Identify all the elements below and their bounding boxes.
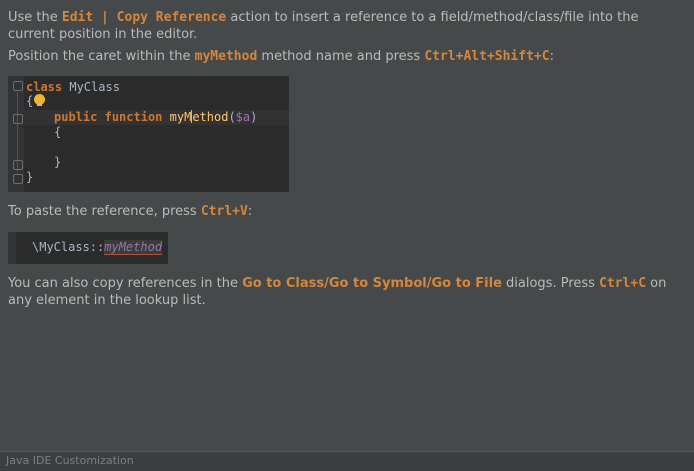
pasted-reference: \MyClass::myMethod — [32, 240, 163, 255]
tip-paragraph-3: To paste the reference, press Ctrl+V: — [8, 204, 253, 219]
lightbulb-icon[interactable] — [34, 94, 45, 106]
tip-paragraph-2: Position the caret within the myMethod m… — [8, 49, 554, 64]
shortcut-copy: Ctrl+C — [599, 276, 647, 291]
code-line-3[interactable]: public function myMethod($a) — [54, 110, 257, 125]
code-line-4: { — [54, 125, 62, 139]
code-line-2: { — [26, 94, 34, 108]
code-line-6: } — [54, 155, 62, 169]
footer-label: Java IDE Customization — [6, 454, 134, 467]
fold-marker-icon — [13, 160, 23, 170]
tip-paragraph-1: Use the Edit | Copy Reference action to … — [8, 10, 639, 42]
code-line-7: } — [26, 170, 34, 184]
paste-result-editor: \MyClass::myMethod — [8, 232, 168, 264]
method-name: myMethod — [194, 49, 258, 64]
code-line-1: class MyClass — [26, 80, 120, 94]
action-name: Edit | Copy Reference — [61, 10, 227, 25]
shortcut-paste: Ctrl+V — [200, 204, 248, 219]
shortcut-copy-reference: Ctrl+Alt+Shift+C — [424, 49, 550, 64]
fold-marker-icon — [13, 114, 23, 124]
editor-gutter — [8, 232, 16, 264]
code-example-editor: class MyClass { public function myMethod… — [8, 76, 289, 192]
fold-marker-icon — [13, 81, 23, 91]
fold-marker-icon — [13, 174, 23, 184]
dialog-names: Go to Class/Go to Symbol/Go to File — [242, 276, 502, 291]
tip-paragraph-4: You can also copy references in the Go t… — [8, 276, 667, 308]
footer-bar: Java IDE Customization — [0, 451, 694, 471]
